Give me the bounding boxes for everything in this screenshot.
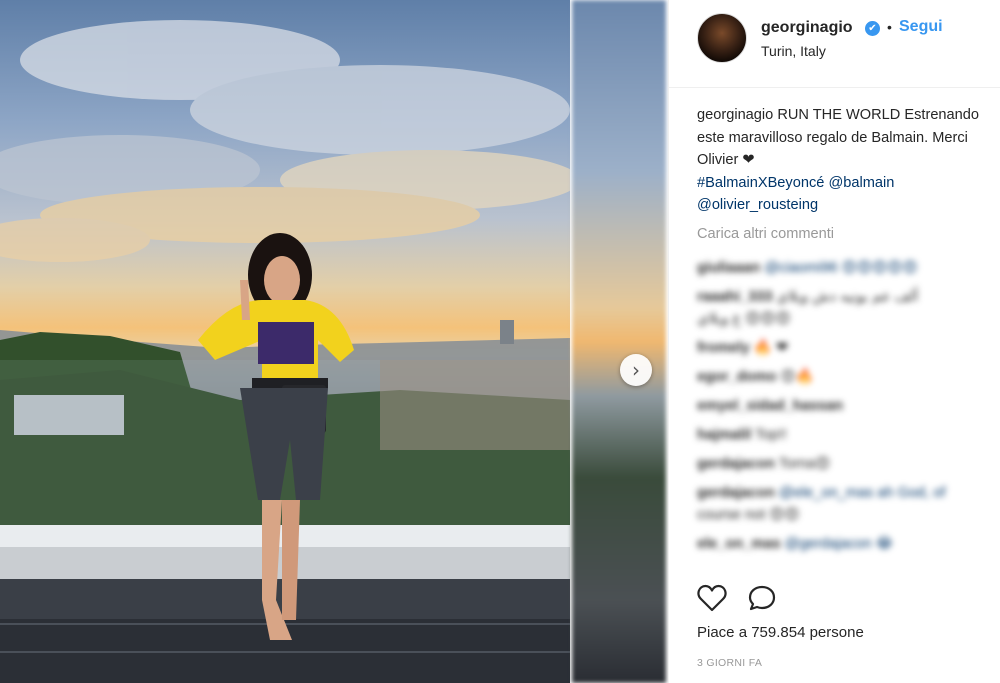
comment-text: 😍🔥	[780, 369, 814, 385]
comment-user[interactable]: emyel_sidad_hassan	[697, 398, 843, 414]
caption-username[interactable]: georginagio	[697, 107, 773, 123]
next-arrow-button[interactable]: ›	[620, 354, 652, 386]
comment-user[interactable]: gerdajacon	[697, 485, 775, 501]
comment-text: @ciaomi96 😍😍😍😍😍	[764, 260, 918, 276]
comment-item: raaahi_333 ألف عم بونيه دش ويلاي	[697, 286, 1000, 308]
separator-dot: •	[887, 19, 892, 35]
post-header: georginagio ✔ • Segui Turin, Italy	[669, 0, 1000, 88]
comment-text: ألف عم بونيه دش ويلاي	[776, 289, 919, 305]
comment-item: giuliaaan @ciaomi96 😍😍😍😍😍	[697, 257, 1000, 279]
comment-item: egor_domo 😍🔥	[697, 366, 1000, 388]
comment-item: hajmalil Top!!	[697, 424, 1000, 446]
mention-balmain[interactable]: @balmain	[828, 175, 894, 191]
comment-item: gerdajacon @ele_on_mas ah God, of	[697, 482, 1000, 504]
tower	[500, 320, 514, 344]
post-timestamp[interactable]: 3 GIORNI FA	[697, 657, 762, 669]
comment-user[interactable]: ele_on_mas	[697, 536, 781, 552]
location-link[interactable]: Turin, Italy	[761, 43, 826, 59]
avatar[interactable]	[697, 13, 747, 63]
comment-item: fromely 🔥 ❤	[697, 337, 1000, 359]
chevron-right-icon: ›	[632, 358, 640, 382]
mention-olivier[interactable]: @olivier_rousteing	[697, 197, 818, 213]
post-sidebar: georginagio ✔ • Segui Turin, Italy georg…	[668, 0, 1000, 683]
comment-user[interactable]: raaahi_333	[697, 289, 772, 305]
post-photo[interactable]	[0, 0, 570, 683]
heart-outline-icon[interactable]	[697, 584, 727, 612]
photo-scene	[0, 20, 570, 683]
comment-user[interactable]: gerdajacon	[697, 456, 775, 472]
username-link[interactable]: georginagio	[761, 19, 853, 37]
likes-count[interactable]: Piace a 759.854 persone	[697, 624, 864, 641]
comment-item: course not 😍😍	[697, 504, 1000, 526]
load-more-comments[interactable]: Carica altri commenti	[697, 226, 834, 242]
comment-list: giuliaaan @ciaomi96 😍😍😍😍😍 raaahi_333 ألف…	[697, 257, 1000, 562]
speech-bubble-icon[interactable]	[747, 584, 777, 612]
comment-text: Torna😍	[778, 456, 831, 472]
clouds	[0, 20, 570, 262]
post-caption: georginagio RUN THE WORLD Estrenando est…	[697, 104, 997, 217]
hashtag-link[interactable]: #BalmainXBeyoncé	[697, 175, 824, 191]
heart-emoji: ❤	[742, 152, 755, 168]
comment-item: ع ويلاي 😍😍😍	[697, 308, 1000, 330]
comment-item: emyel_sidad_hassan	[697, 395, 1000, 417]
comment-text: Top!!	[755, 427, 787, 443]
comment-text: 🔥 ❤	[753, 340, 789, 356]
comment-text: ع ويلاي 😍😍😍	[697, 311, 791, 327]
comment-text: @ele_on_mas ah God, of	[778, 485, 946, 501]
comment-user[interactable]: egor_domo	[697, 369, 776, 385]
comment-item: ele_on_mas @gerdajacon 😂	[697, 533, 1000, 555]
comment-user[interactable]: fromely	[697, 340, 750, 356]
comment-user[interactable]: hajmalil	[697, 427, 751, 443]
comment-item: gerdajacon Torna😍	[697, 453, 1000, 475]
follow-button[interactable]: Segui	[899, 18, 943, 36]
comment-text: @gerdajacon 😂	[784, 536, 893, 552]
verified-badge-icon: ✔	[865, 21, 880, 36]
next-photo-preview	[572, 0, 666, 683]
comment-user[interactable]: giuliaaan	[697, 260, 760, 276]
comment-text: course not 😍😍	[697, 507, 800, 523]
